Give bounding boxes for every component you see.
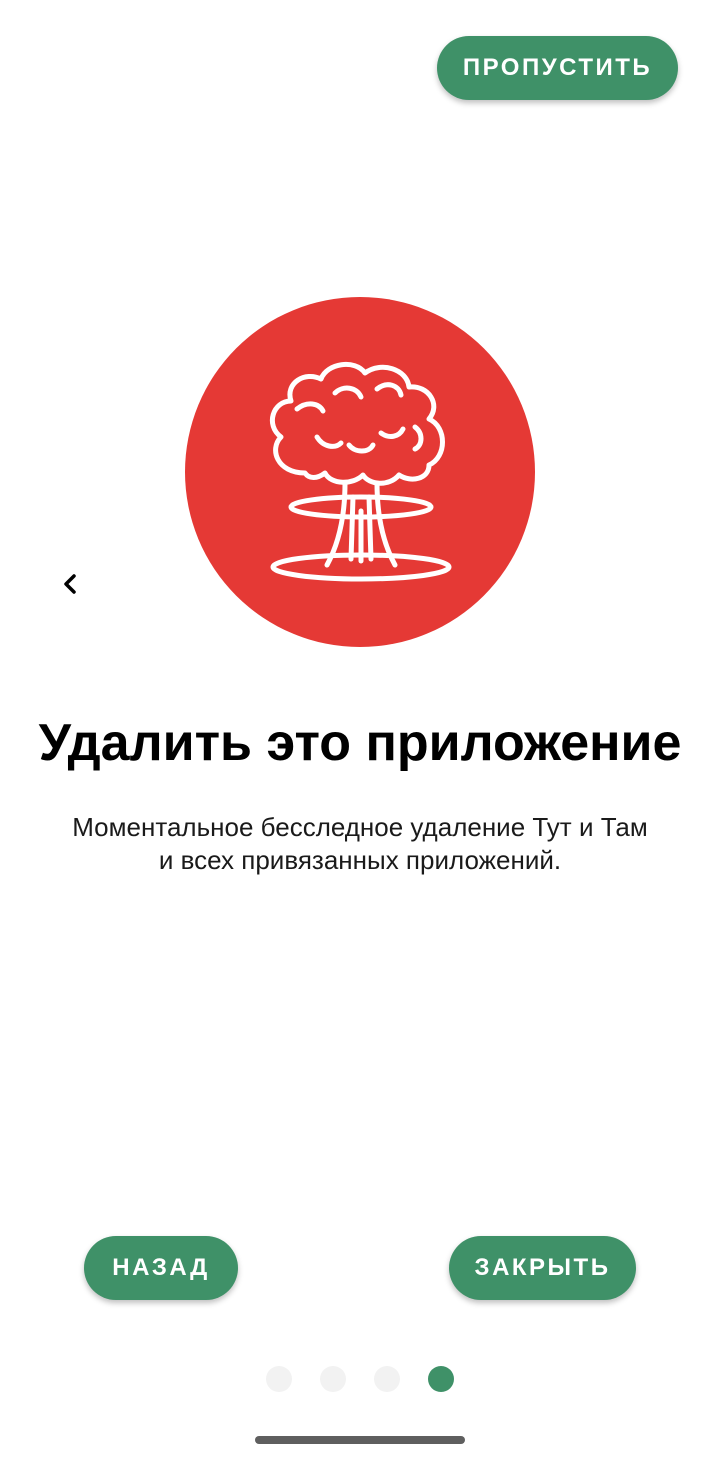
close-button[interactable]: ЗАКРЫТЬ — [449, 1236, 636, 1300]
skip-button[interactable]: ПРОПУСТИТЬ — [437, 36, 678, 100]
slide-title: Удалить это приложение — [38, 714, 682, 772]
slide-description: Моментальное бесследное удаление Тут и Т… — [40, 811, 680, 877]
page-dot-1[interactable] — [266, 1366, 292, 1392]
page-indicator — [266, 1366, 456, 1392]
gesture-home-bar[interactable] — [255, 1436, 465, 1444]
mushroom-cloud-icon — [269, 362, 452, 582]
illustration-circle — [185, 297, 535, 647]
page-dot-2[interactable] — [320, 1366, 346, 1392]
previous-slide-arrow[interactable] — [52, 566, 88, 602]
page-dot-3[interactable] — [374, 1366, 400, 1392]
chevron-left-icon — [64, 574, 76, 594]
slide-description-line-1: Моментальное бесследное удаление Тут и Т… — [72, 812, 648, 842]
slide-description-line-2: и всех привязанных приложений. — [158, 845, 562, 875]
back-button[interactable]: НАЗАД — [84, 1236, 238, 1300]
page-dot-4-active[interactable] — [428, 1366, 454, 1392]
